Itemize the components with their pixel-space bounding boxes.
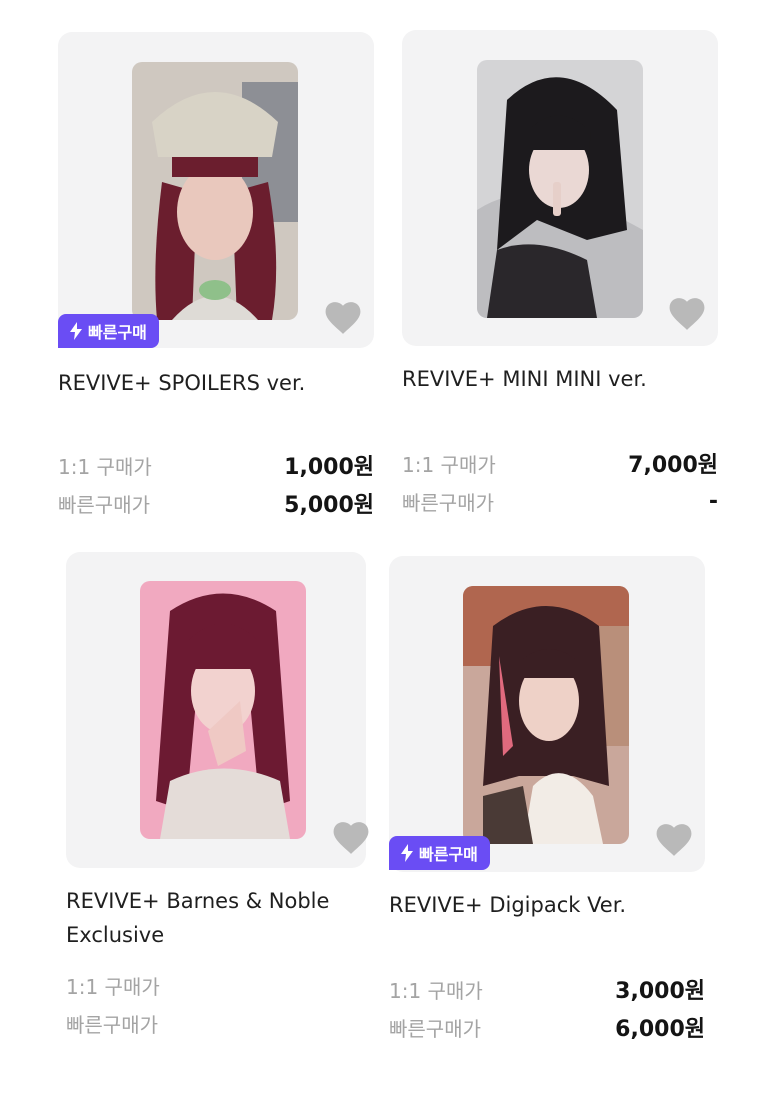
price-row-one-to-one: 1:1 구매가 [66,968,366,1002]
badge-label: 빠른구매 [88,323,147,342]
price-label: 빠른구매가 [66,1012,158,1037]
price-row-quick-buy: 빠른구매가 6,000원 [389,1010,705,1044]
price-label: 1:1 구매가 [66,974,160,999]
quick-buy-badge: 빠른구매 [389,836,490,870]
price-value: 5,000원 [284,493,374,518]
product-photo[interactable] [140,581,306,839]
price-row-one-to-one: 1:1 구매가 3,000원 [389,972,705,1006]
price-label: 1:1 구매가 [389,978,483,1003]
product-card[interactable]: REVIVE+ Barnes & Noble Exclusive 1:1 구매가… [66,552,369,1042]
price-row-quick-buy: 빠른구매가 5,000원 [58,486,374,520]
price-label: 1:1 구매가 [58,454,152,479]
price-value: 3,000원 [615,979,705,1004]
price-value: 7,000원 [628,453,718,478]
price-label: 빠른구매가 [389,1016,481,1041]
price-row-quick-buy: 빠른구매가 - [402,484,718,518]
heart-icon[interactable] [332,820,370,856]
price-row-one-to-one: 1:1 구매가 7,000원 [402,446,718,480]
product-title[interactable]: REVIVE+ MINI MINI ver. [402,362,718,396]
heart-icon[interactable] [655,822,693,858]
price-value: 6,000원 [615,1017,705,1042]
badge-label: 빠른구매 [419,845,478,864]
product-photo[interactable] [477,60,643,318]
product-photo[interactable] [463,586,629,844]
product-photo[interactable] [132,62,298,320]
product-title[interactable]: REVIVE+ Digipack Ver. [389,888,705,922]
price-label: 1:1 구매가 [402,452,496,477]
product-title[interactable]: REVIVE+ Barnes & Noble Exclusive [66,884,366,952]
quick-buy-badge: 빠른구매 [58,314,159,348]
product-card[interactable]: 빠른구매 REVIVE+ Digipack Ver. 1:1 구매가 3,000… [389,556,705,1046]
product-title[interactable]: REVIVE+ SPOILERS ver. [58,366,374,400]
price-row-one-to-one: 1:1 구매가 1,000원 [58,448,374,482]
lightning-icon [70,322,82,340]
product-card[interactable]: 빠른구매 REVIVE+ SPOILERS ver. 1:1 구매가 1,000… [58,32,374,522]
heart-icon[interactable] [668,296,706,332]
product-title-line: REVIVE+ Barnes & Noble [66,889,330,913]
price-label: 빠른구매가 [58,492,150,517]
price-value: 1,000원 [284,455,374,480]
price-label: 빠른구매가 [402,490,494,515]
price-row-quick-buy: 빠른구매가 [66,1006,366,1040]
price-value: - [708,488,718,514]
lightning-icon [401,844,413,862]
product-card[interactable]: REVIVE+ MINI MINI ver. 1:1 구매가 7,000원 빠른… [402,30,718,520]
heart-icon[interactable] [324,300,362,336]
product-title-line: Exclusive [66,923,165,947]
